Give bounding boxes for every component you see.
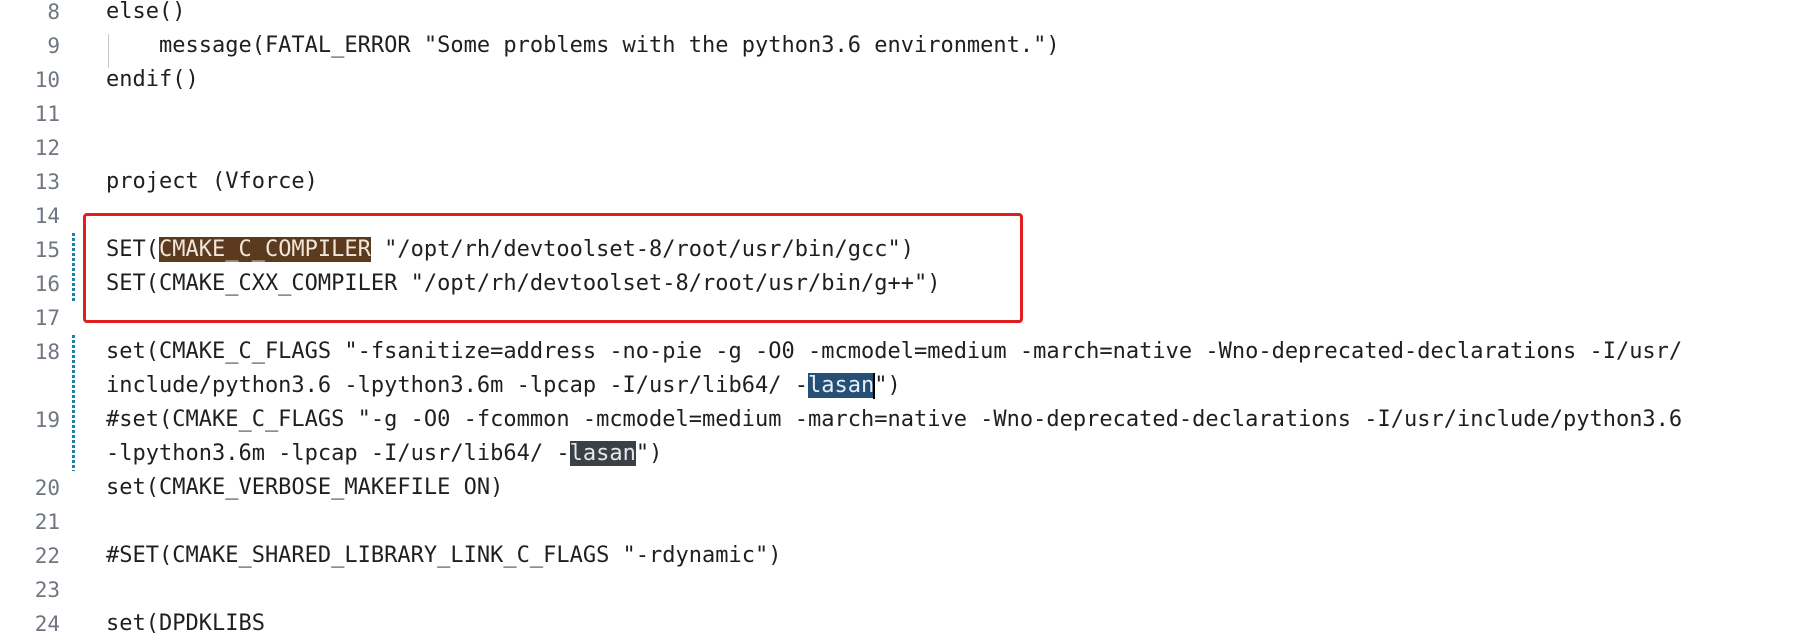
code-line: 11 xyxy=(0,97,1809,131)
code-line: 8 else() xyxy=(0,0,1809,29)
code-line: 24 set(DPDKLIBS xyxy=(0,607,1809,641)
code-line: 10 endif() xyxy=(0,63,1809,97)
code-text[interactable]: include/python3.6 -lpython3.6m -lpcap -I… xyxy=(106,369,901,403)
line-number: 11 xyxy=(34,102,60,126)
code-text[interactable]: else() xyxy=(106,0,185,29)
code-text[interactable]: set(DPDKLIBS xyxy=(106,607,265,641)
code-line: 12 xyxy=(0,131,1809,165)
code-line: 21 xyxy=(0,505,1809,539)
line-number xyxy=(0,437,60,471)
line-number xyxy=(0,369,60,403)
line-number: 22 xyxy=(34,544,60,568)
line-number: 24 xyxy=(34,612,60,636)
code-line: 18 set(CMAKE_C_FLAGS "-fsanitize=address… xyxy=(0,335,1809,369)
code-line: 22 #SET(CMAKE_SHARED_LIBRARY_LINK_C_FLAG… xyxy=(0,539,1809,573)
code-line: 9 message(FATAL_ERROR "Some problems wit… xyxy=(0,29,1809,63)
line-number: 15 xyxy=(34,238,60,262)
line-number: 23 xyxy=(34,578,60,602)
line-number: 10 xyxy=(34,68,60,92)
code-text[interactable]: #SET(CMAKE_SHARED_LIBRARY_LINK_C_FLAGS "… xyxy=(106,539,782,573)
code-segment: -lpython3.6m -lpcap -I/usr/lib64/ - xyxy=(106,441,570,466)
line-number: 21 xyxy=(34,510,60,534)
line-number: 20 xyxy=(34,476,60,500)
code-segment: ") xyxy=(635,441,663,466)
code-segment: include/python3.6 -lpython3.6m -lpcap -I… xyxy=(106,373,808,398)
code-line: 20 set(CMAKE_VERBOSE_MAKEFILE ON) xyxy=(0,471,1809,505)
line-number: 9 xyxy=(47,34,60,58)
code-text[interactable]: set(CMAKE_C_FLAGS "-fsanitize=address -n… xyxy=(106,335,1682,369)
line-number: 14 xyxy=(34,204,60,228)
code-segment: ") xyxy=(874,373,901,398)
selection-highlight: lasan xyxy=(808,373,875,398)
code-editor[interactable]: 8 else() 9 message(FATAL_ERROR "Some pro… xyxy=(0,0,1809,641)
line-number: 12 xyxy=(34,136,60,160)
code-text[interactable]: project (Vforce) xyxy=(106,165,318,199)
line-number: 16 xyxy=(34,272,60,296)
line-number: 18 xyxy=(34,340,60,364)
line-number: 8 xyxy=(47,0,60,24)
annotation-box xyxy=(83,213,1023,323)
code-line: 23 xyxy=(0,573,1809,607)
line-number: 19 xyxy=(34,408,60,432)
code-text[interactable]: endif() xyxy=(106,63,199,97)
gutter-change-marker[interactable] xyxy=(72,335,75,471)
code-text[interactable]: set(CMAKE_VERBOSE_MAKEFILE ON) xyxy=(106,471,503,505)
code-text[interactable]: -lpython3.6m -lpcap -I/usr/lib64/ -lasan… xyxy=(106,437,662,471)
gutter-change-marker[interactable] xyxy=(72,233,75,301)
code-text[interactable]: message(FATAL_ERROR "Some problems with … xyxy=(106,29,1060,63)
code-line-wrapped: include/python3.6 -lpython3.6m -lpcap -I… xyxy=(0,369,1809,403)
code-line: 19 #set(CMAKE_C_FLAGS "-g -O0 -fcommon -… xyxy=(0,403,1809,437)
code-line-wrapped: -lpython3.6m -lpcap -I/usr/lib64/ -lasan… xyxy=(0,437,1809,471)
word-highlight: lasan xyxy=(569,441,636,466)
line-number: 13 xyxy=(34,170,60,194)
code-line: 13 project (Vforce) xyxy=(0,165,1809,199)
line-number: 17 xyxy=(34,306,60,330)
code-text[interactable]: #set(CMAKE_C_FLAGS "-g -O0 -fcommon -mcm… xyxy=(106,403,1682,437)
